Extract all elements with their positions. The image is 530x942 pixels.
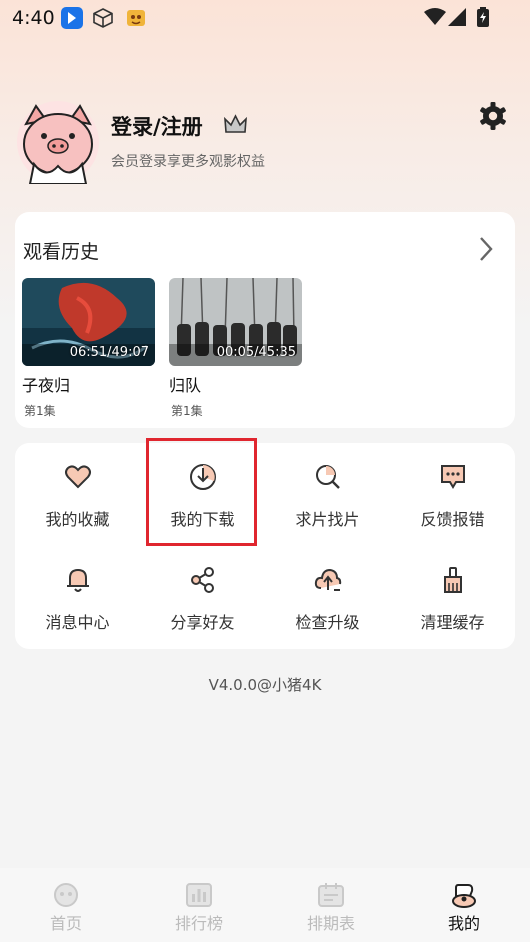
history-item-episode: 第1集	[24, 404, 56, 418]
wifi-icon	[424, 8, 446, 25]
history-item-episode: 第1集	[171, 404, 203, 418]
chevron-right-icon[interactable]	[477, 236, 495, 262]
status-time: 4:40	[12, 7, 55, 29]
bell-icon	[67, 568, 89, 592]
history-thumbnail[interactable]: 06:51/49:07	[22, 278, 155, 366]
history-item-title[interactable]: 子夜归	[22, 372, 70, 396]
history-item-title[interactable]: 归队	[169, 372, 201, 396]
history-duration: 00:05/45:35	[216, 345, 296, 360]
menu-item-share[interactable]: 分享好友	[140, 546, 265, 646]
menu-item-label: 消息中心	[45, 613, 110, 632]
bottom-nav: 首页 排行榜 排期表 我的	[0, 868, 530, 942]
watch-history-title[interactable]: 观看历史	[23, 237, 99, 264]
menu-grid-card: 我的收藏 我的下载 求片找片 反馈报错 消息中心 分享好友 检查升级 清理缓存	[15, 443, 515, 649]
ranking-icon	[186, 883, 212, 907]
game-notification-icon	[127, 10, 145, 26]
nav-label: 排期表	[306, 914, 355, 933]
box-notification-icon	[93, 8, 113, 28]
menu-item-label: 清理缓存	[420, 613, 485, 632]
battery-icon	[477, 7, 489, 27]
search-icon	[316, 465, 340, 489]
heart-icon	[65, 465, 91, 489]
nav-item-home[interactable]: 首页	[0, 868, 132, 942]
avatar[interactable]	[16, 100, 100, 184]
menu-item-messages[interactable]: 消息中心	[15, 546, 140, 646]
home-icon	[54, 883, 78, 907]
menu-item-clear-cache[interactable]: 清理缓存	[390, 546, 515, 646]
nav-label: 排行榜	[174, 914, 223, 933]
menu-item-label: 检查升级	[295, 613, 360, 632]
crown-icon	[224, 114, 247, 133]
status-bar: 4:40	[0, 0, 530, 36]
app-notification-icon	[61, 7, 83, 29]
highlight-box	[146, 438, 257, 546]
broom-icon	[444, 567, 462, 593]
watch-history-card: 观看历史 06:51/49:07 子夜归 第1集 00:05/45:35 归队 …	[15, 212, 515, 428]
menu-item-favorites[interactable]: 我的收藏	[15, 443, 140, 543]
nav-item-mine[interactable]: 我的	[398, 868, 530, 942]
nav-item-ranking[interactable]: 排行榜	[133, 868, 265, 942]
signal-icon	[448, 8, 466, 26]
calendar-icon	[318, 883, 344, 907]
menu-item-label: 反馈报错	[420, 510, 485, 529]
menu-item-request[interactable]: 求片找片	[265, 443, 390, 543]
menu-item-label: 分享好友	[170, 613, 235, 632]
menu-item-label: 求片找片	[295, 510, 360, 529]
share-icon	[191, 567, 214, 593]
upgrade-icon	[314, 568, 342, 591]
menu-item-upgrade[interactable]: 检查升级	[265, 546, 390, 646]
feedback-icon	[441, 465, 465, 489]
version-text: V4.0.0@小猪4K	[208, 676, 322, 694]
history-thumbnail[interactable]: 00:05/45:35	[169, 278, 302, 366]
nav-item-schedule[interactable]: 排期表	[265, 868, 397, 942]
menu-item-label: 我的收藏	[45, 510, 110, 529]
login-register-link[interactable]: 登录/注册	[111, 111, 203, 141]
history-duration: 06:51/49:07	[69, 345, 149, 360]
nav-label: 我的	[447, 914, 480, 933]
menu-item-feedback[interactable]: 反馈报错	[390, 443, 515, 543]
nav-label: 首页	[49, 914, 82, 933]
login-subtitle: 会员登录享更多观影权益	[111, 154, 265, 170]
settings-gear-icon[interactable]	[478, 101, 508, 131]
profile-icon	[452, 884, 476, 908]
